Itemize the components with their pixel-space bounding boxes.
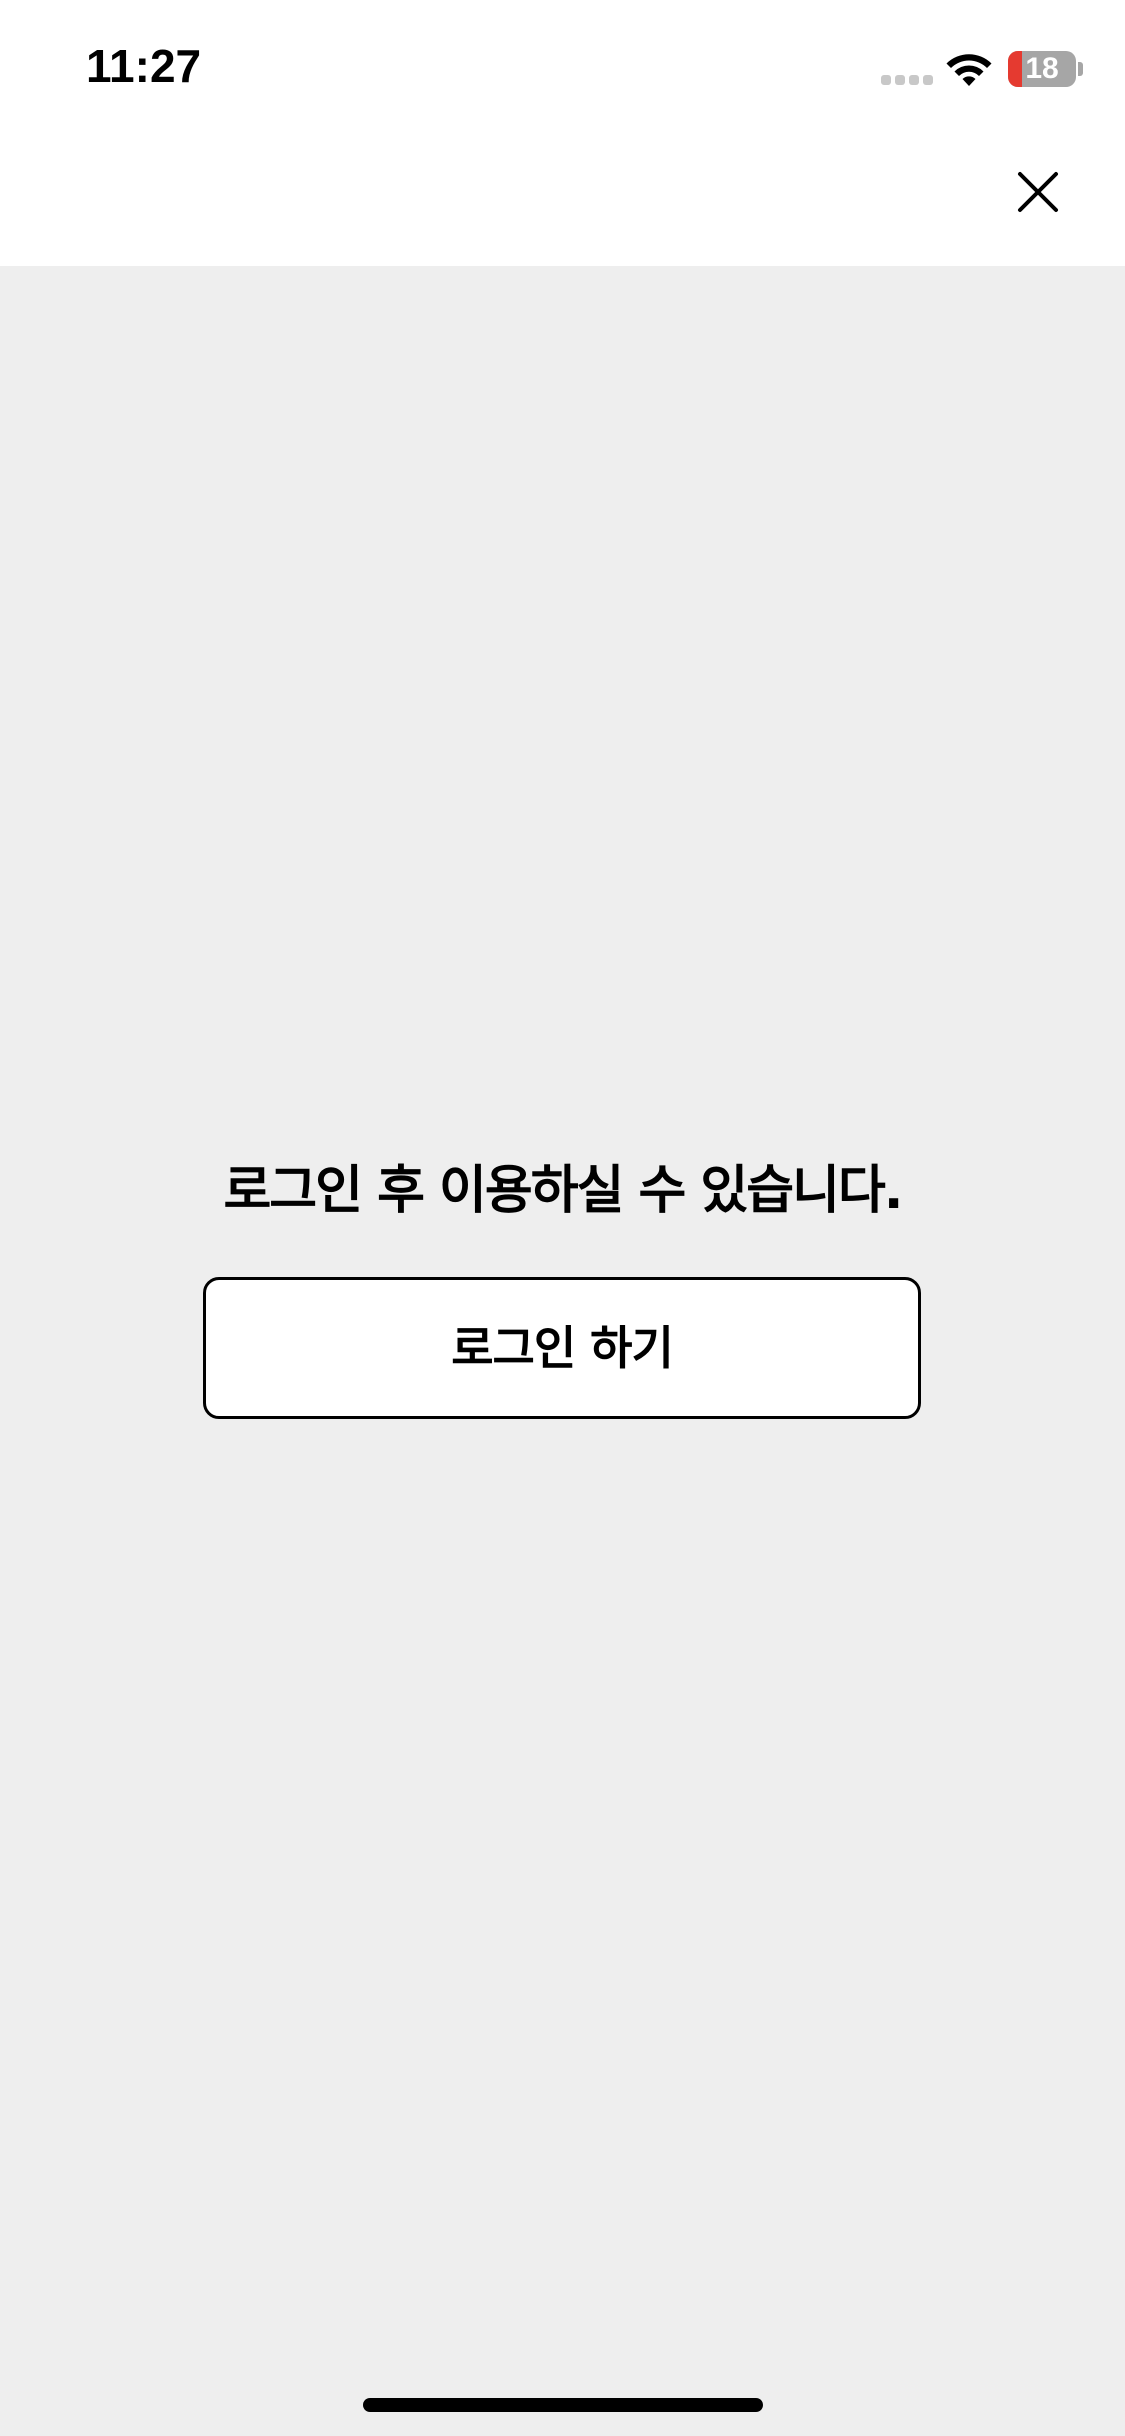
status-bar: 11:27 18 — [0, 0, 1125, 134]
battery-cap — [1078, 62, 1083, 76]
cellular-signal-icon — [881, 75, 933, 87]
login-button[interactable]: 로그인 하기 — [203, 1277, 921, 1419]
wifi-icon — [946, 54, 992, 86]
battery-icon: 18 — [1008, 51, 1076, 87]
battery-percentage: 18 — [1025, 52, 1059, 85]
close-icon[interactable] — [1008, 162, 1068, 222]
home-indicator[interactable] — [363, 2398, 763, 2412]
status-time: 11:27 — [86, 40, 202, 92]
nav-bar — [0, 134, 1125, 266]
login-required-message: 로그인 후 이용하실 수 있습니다. — [223, 1161, 903, 1221]
